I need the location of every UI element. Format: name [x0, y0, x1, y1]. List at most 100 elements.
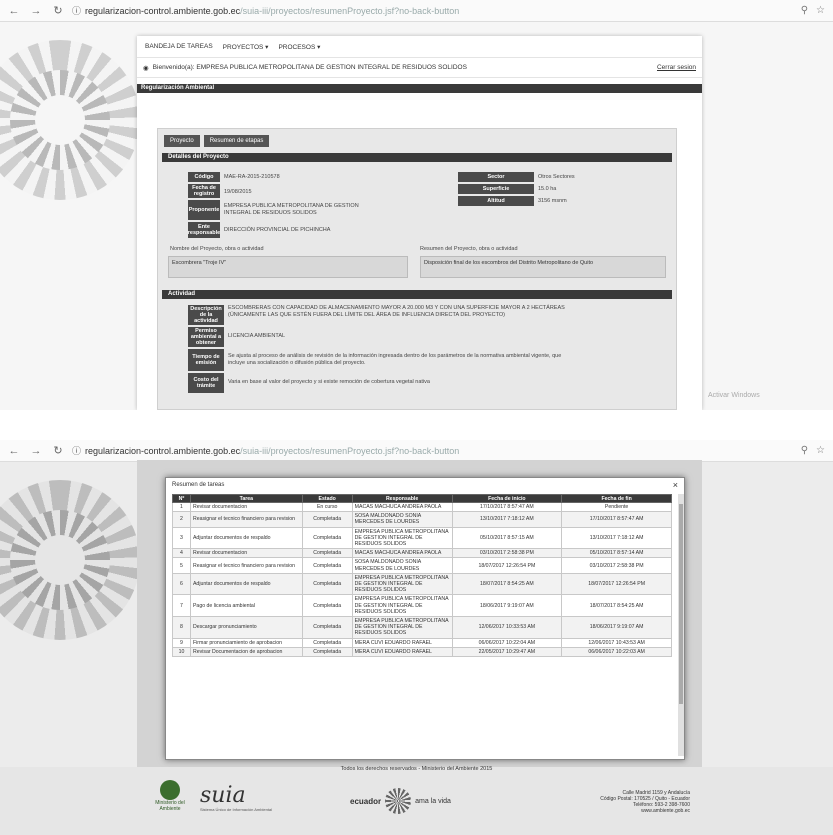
table-row[interactable]: 10 Revisar Documentacion de aprobacion Com…	[172, 646, 672, 658]
cell-tarea: Adjuntar documentos de respaldo	[189, 526, 303, 550]
task-table-wrapper: Nº Tarea Estado Responsable Fecha de ini…	[172, 494, 680, 756]
project-panel: Proyecto Resumen de etapas Detalles del …	[157, 128, 677, 410]
cell-num: 1	[172, 501, 191, 513]
reload-icon[interactable]: ↻	[50, 443, 66, 459]
address-block: Calle Madrid 1159 y Andalucía Código Pos…	[560, 790, 690, 814]
cell-estado: Completada	[301, 548, 353, 559]
star-icon[interactable]: ☆	[816, 445, 825, 456]
scrollbar-thumb[interactable]	[679, 504, 683, 704]
cell-num: 8	[172, 616, 191, 639]
fecha-value: 19/08/2015	[224, 189, 252, 195]
nombre-value: Escombrera "Troje IV"	[168, 256, 408, 278]
col-header-fecha-fin[interactable]: Fecha de fin	[561, 494, 672, 503]
swirl-logo	[0, 40, 140, 200]
address-bar[interactable]: ⓘ regularizacion-control.ambiente.gob.ec…	[72, 3, 632, 19]
table-row[interactable]: 5 Reasignar el tecnico financiero para re…	[172, 557, 672, 574]
table-row[interactable]: 4 Revisar documentacion Completada MACAS MA…	[172, 548, 672, 559]
table-row[interactable]: 7 Pago de licencia ambiental Completada EMP…	[172, 594, 672, 618]
cell-estado: En curso	[301, 501, 353, 513]
cell-fecha-inicio: 18/07/2017 8:54:25 AM	[451, 572, 563, 596]
cell-fecha-inicio: 17/10/2017 8:57:47 AM	[451, 501, 563, 513]
cell-estado: Completada	[301, 594, 353, 618]
sector-label: Sector	[458, 172, 534, 182]
section-title: Regularización Ambiental	[137, 84, 702, 93]
table-row[interactable]: 1 Revisar documentacion En curso MACAS MACH…	[172, 501, 672, 513]
back-icon[interactable]: ←	[6, 3, 22, 19]
cell-estado: Completada	[301, 572, 353, 596]
cell-estado: Completada	[301, 616, 353, 639]
cell-tarea: Descargar pronunciamiento	[189, 616, 303, 639]
cell-num: 7	[172, 594, 191, 618]
cell-fecha-fin: 06/06/2017 10:22:03 AM	[561, 646, 672, 658]
suia-logo: suia Sistema Único de Información Ambien…	[200, 785, 272, 813]
cell-fecha-fin: Pendiente	[561, 501, 672, 513]
address-bar[interactable]: ⓘ regularizacion-control.ambiente.gob.ec…	[72, 443, 632, 459]
back-icon[interactable]: ←	[6, 443, 22, 459]
cell-fecha-inicio: 22/05/2017 10:29:47 AM	[451, 646, 563, 658]
dialog-header: Resumen de tareas ×	[166, 478, 684, 492]
table-row[interactable]: 3 Adjuntar documentos de respaldo Completa…	[172, 526, 672, 550]
cell-fecha-inicio: 18/07/2017 12:26:54 PM	[451, 557, 563, 574]
url-host: regularizacion-control.ambiente.gob.ec	[85, 445, 241, 456]
logout-link[interactable]: Cerrar sesion	[657, 64, 696, 71]
cell-responsable: SOSA MALDONADO SONIA MERCEDES DE LOURDES	[351, 511, 453, 528]
project-details: Código MAE-RA-2015-210578 Fecha de regis…	[158, 162, 676, 290]
main-page: BANDEJA DE TAREAS PROYECTOS ▾ PROCESOS ▾…	[137, 36, 702, 410]
superficie-value: 15.0 ha	[538, 186, 557, 192]
costo-value: Varia en base al valor del proyecto y si…	[228, 379, 430, 385]
ecuador-logo: ecuador ama la vida	[350, 788, 451, 814]
cell-fecha-fin: 18/07/2017 12:26:54 PM	[561, 572, 672, 596]
cell-num: 4	[172, 548, 191, 559]
details-title: Detalles del Proyecto	[162, 153, 672, 162]
tab-resumen-etapas[interactable]: Resumen de etapas	[203, 135, 270, 147]
ente-label: Ente responsable	[187, 222, 221, 238]
scrollbar[interactable]	[678, 494, 684, 756]
tab-proyecto[interactable]: Proyecto	[164, 135, 200, 147]
tiempo-value: Se ajusta al proceso de análisis de revi…	[228, 353, 562, 366]
cell-estado: Completada	[301, 526, 353, 550]
table-row[interactable]: 8 Descargar pronunciamiento Completada EMPR…	[172, 616, 672, 639]
sector-value: Otros Sectores	[538, 174, 575, 180]
leaf-icon	[160, 780, 180, 800]
table-row[interactable]: 6 Adjuntar documentos de respaldo Completa…	[172, 572, 672, 596]
col-header-estado[interactable]: Estado	[301, 494, 353, 503]
cell-estado: Completada	[301, 646, 353, 658]
forward-icon[interactable]: →	[28, 443, 44, 459]
ente-value: DIRECCIÓN PROVINCIAL DE PICHINCHA	[224, 227, 331, 233]
col-header-num[interactable]: Nº	[172, 494, 191, 503]
table-row[interactable]: 9 Firmar pronunciamiento de aprobacion Com…	[172, 637, 672, 648]
dialog-title: Resumen de tareas	[172, 482, 225, 488]
screenshot-project-details: ← → ↻ ⓘ regularizacion-control.ambiente.…	[0, 0, 833, 410]
forward-icon[interactable]: →	[28, 3, 44, 19]
cell-estado: Completada	[301, 557, 353, 574]
cell-tarea: Reasignar el tecnico financiero para rev…	[189, 511, 303, 528]
address-line: www.ambiente.gob.ec	[641, 808, 690, 814]
menu-proyectos[interactable]: PROYECTOS ▾	[223, 43, 269, 51]
zoom-icon[interactable]: ⚲	[801, 445, 808, 456]
browser-toolbar: ← → ↻ ⓘ regularizacion-control.ambiente.…	[0, 440, 833, 462]
cell-estado: Completada	[301, 511, 353, 528]
task-table: Nº Tarea Estado Responsable Fecha de ini…	[172, 494, 672, 658]
cell-fecha-inicio: 13/10/2017 7:18:12 AM	[451, 511, 563, 528]
cell-num: 10	[172, 646, 191, 658]
table-header-row: Nº Tarea Estado Responsable Fecha de ini…	[172, 494, 672, 503]
cell-responsable: EMPRESA PUBLICA METROPOLITANA DE GESTION…	[351, 572, 453, 596]
permiso-label: Permiso ambiental a obtener	[188, 327, 224, 347]
cell-responsable: MERA CUVI EDUARDO RAFAEL	[351, 637, 453, 648]
resumen-value: Disposición final de los escombros del D…	[420, 256, 666, 278]
cell-tarea: Revisar documentacion	[189, 548, 303, 559]
cell-fecha-fin: 13/10/2017 7:18:12 AM	[561, 526, 672, 550]
zoom-icon[interactable]: ⚲	[801, 5, 808, 16]
col-header-responsable[interactable]: Responsable	[351, 494, 453, 503]
menu-bandeja[interactable]: BANDEJA DE TAREAS	[145, 43, 213, 50]
star-icon[interactable]: ☆	[816, 5, 825, 16]
url-host: regularizacion-control.ambiente.gob.ec	[85, 5, 241, 16]
col-header-fecha-inicio[interactable]: Fecha de inicio	[451, 494, 563, 503]
close-icon[interactable]: ×	[673, 480, 678, 490]
cell-num: 6	[172, 572, 191, 596]
copyright-text: Todos los derechos reservados - Minister…	[340, 766, 493, 772]
reload-icon[interactable]: ↻	[50, 3, 66, 19]
col-header-tarea[interactable]: Tarea	[189, 494, 303, 503]
table-row[interactable]: 2 Reasignar el tecnico financiero para re…	[172, 511, 672, 528]
menu-procesos[interactable]: PROCESOS ▾	[278, 43, 320, 51]
